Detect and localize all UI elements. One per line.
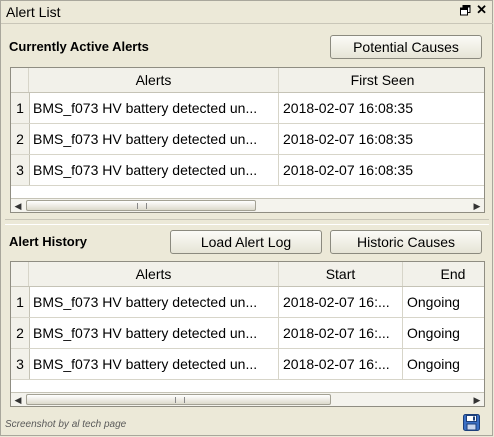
alert-list-panel: Alert List ✕ Currently Active Alerts Pot… (0, 0, 493, 436)
alert-cell: BMS_f073 HV battery detected un... (29, 155, 279, 185)
column-header-alerts[interactable]: Alerts (29, 262, 279, 286)
row-number: 1 (11, 287, 30, 317)
arrow-right-icon[interactable]: ▶ (470, 393, 484, 406)
active-alerts-table: Alerts First Seen 1 BMS_f073 HV battery … (10, 67, 485, 213)
table-row[interactable]: 3 BMS_f073 HV battery detected un... 201… (11, 155, 484, 186)
arrow-left-icon[interactable]: ◀ (11, 393, 25, 406)
panel-splitter[interactable] (5, 219, 489, 225)
column-header-start[interactable]: Start (279, 262, 403, 286)
first-seen-cell: 2018-02-07 16:08:35 (283, 162, 413, 178)
title-bar: Alert List ✕ (1, 1, 493, 24)
active-alerts-heading: Currently Active Alerts (9, 39, 149, 54)
column-header-first-seen[interactable]: First Seen (279, 68, 484, 92)
historic-causes-button[interactable]: Historic Causes (330, 230, 482, 254)
table-row[interactable]: 2 BMS_f073 HV battery detected un... 201… (11, 124, 484, 155)
start-cell: 2018-02-07 16:... (279, 287, 403, 317)
alert-history-heading: Alert History (9, 234, 88, 249)
arrow-right-icon[interactable]: ▶ (470, 199, 484, 212)
window-title: Alert List (6, 4, 61, 20)
table-row[interactable]: 1 BMS_f073 HV battery detected un... 201… (11, 287, 484, 318)
horizontal-scrollbar[interactable]: ◀ ▶ (11, 198, 484, 212)
start-cell: 2018-02-07 16:... (279, 318, 403, 348)
save-icon[interactable] (463, 414, 480, 431)
table-header: Alerts Start End (11, 262, 484, 287)
column-header-end[interactable]: End (403, 262, 484, 286)
table-row[interactable]: 1 BMS_f073 HV battery detected un... 201… (11, 93, 484, 124)
float-window-icon[interactable] (460, 5, 471, 16)
start-cell: 2018-02-07 16:... (279, 349, 403, 379)
column-header-alerts[interactable]: Alerts (29, 68, 279, 92)
scrollbar-thumb[interactable] (26, 394, 331, 405)
alert-cell: BMS_f073 HV battery detected un... (29, 124, 279, 154)
first-seen-cell: 2018-02-07 16:08:35 (283, 100, 413, 116)
load-alert-log-button[interactable]: Load Alert Log (170, 230, 322, 254)
first-seen-cell: 2018-02-07 16:08:35 (283, 131, 413, 147)
row-number: 3 (11, 349, 30, 379)
end-cell: Ongoing (407, 325, 460, 341)
row-number: 1 (11, 93, 30, 123)
row-number: 2 (11, 318, 30, 348)
table-row[interactable]: 3 BMS_f073 HV battery detected un... 201… (11, 349, 484, 380)
end-cell: Ongoing (407, 356, 460, 372)
alert-cell: BMS_f073 HV battery detected un... (29, 287, 279, 317)
alert-cell: BMS_f073 HV battery detected un... (29, 318, 279, 348)
alert-cell: BMS_f073 HV battery detected un... (29, 93, 279, 123)
arrow-left-icon[interactable]: ◀ (11, 199, 25, 212)
alert-history-table: Alerts Start End 1 BMS_f073 HV battery d… (10, 261, 485, 407)
row-number: 3 (11, 155, 30, 185)
end-cell: Ongoing (407, 294, 460, 310)
alert-cell: BMS_f073 HV battery detected un... (29, 349, 279, 379)
horizontal-scrollbar[interactable]: ◀ ▶ (11, 392, 484, 406)
row-number-header (11, 262, 29, 286)
scrollbar-thumb[interactable] (26, 200, 256, 211)
close-icon[interactable]: ✕ (476, 3, 487, 17)
row-number-header (11, 68, 29, 92)
potential-causes-button[interactable]: Potential Causes (330, 35, 482, 59)
row-number: 2 (11, 124, 30, 154)
watermark-text: Screenshot by al tech page (5, 419, 127, 430)
table-row[interactable]: 2 BMS_f073 HV battery detected un... 201… (11, 318, 484, 349)
table-header: Alerts First Seen (11, 68, 484, 93)
